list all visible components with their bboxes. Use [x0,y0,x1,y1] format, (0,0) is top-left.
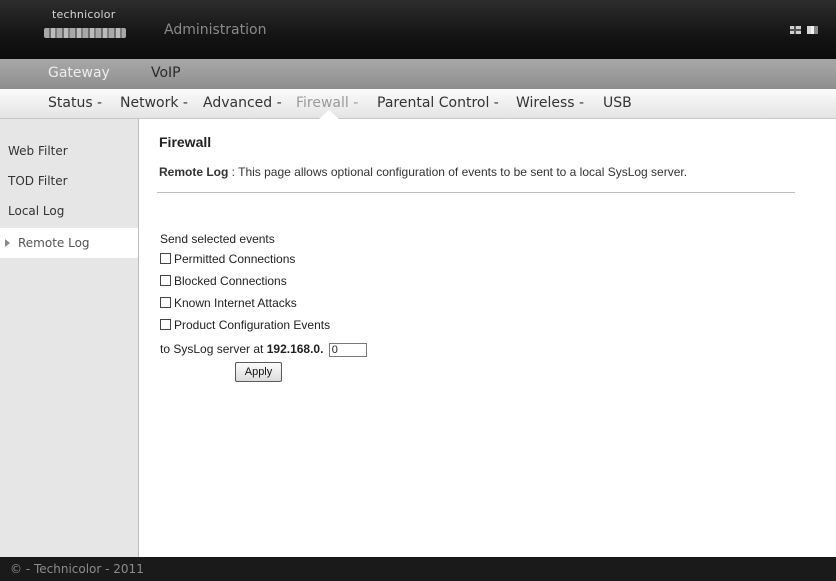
permitted-connections-label: Permitted Connections [174,252,296,266]
syslog-server-row: to SysLog server at 192.168.0. 0 [160,342,367,357]
tab-firewall[interactable]: Firewall - [296,95,358,111]
header-bar: technicolor Administration [0,0,836,59]
ip-prefix: 192.168.0. [266,342,324,356]
active-tab-pointer [319,110,339,119]
language-selector [790,26,824,36]
technicolor-logo[interactable]: technicolor [44,7,134,47]
page-description: Remote Log : This page allows optional c… [159,165,687,179]
sidebar-item-local-log[interactable]: Local Log [0,196,138,226]
event-row-permitted: Permitted Connections [160,252,295,266]
fr-flag-icon[interactable] [807,26,818,34]
sidebar-item-web-filter[interactable]: Web Filter [0,136,138,166]
tab-usb[interactable]: USB [603,95,632,111]
tab-wireless[interactable]: Wireless - [516,95,584,111]
known-internet-attacks-checkbox[interactable] [160,297,171,309]
logo-text: technicolor [52,8,116,21]
sidebar-item-remote-log[interactable]: Remote Log [0,228,138,258]
product-configuration-events-checkbox[interactable] [160,319,171,331]
uk-flag-icon[interactable] [790,26,801,34]
tab-status[interactable]: Status - [48,95,102,111]
nav-voip[interactable]: VoIP [151,65,181,81]
footer: © - Technicolor - 2011 [0,557,836,581]
tab-parental-control[interactable]: Parental Control - [377,95,499,111]
logo-bar-graphic [44,28,126,38]
primary-nav: Gateway VoIP [0,59,836,89]
event-row-blocked: Blocked Connections [160,274,287,288]
blocked-connections-label: Blocked Connections [174,274,287,288]
secondary-nav: Status - Network - Advanced - Firewall -… [0,89,836,119]
apply-button[interactable]: Apply [235,362,282,382]
divider [157,192,795,193]
main-content: Firewall Remote Log : This page allows o… [139,119,836,557]
syslog-server-label: to SysLog server at [160,342,267,356]
description-text: : This page allows optional configuratio… [228,165,688,179]
product-configuration-events-label: Product Configuration Events [174,318,331,332]
ip-last-octet-input[interactable]: 0 [328,342,367,357]
page-title: Firewall [159,134,212,150]
sidebar: Web Filter TOD Filter Local Log Remote L… [0,119,139,557]
known-internet-attacks-label: Known Internet Attacks [174,296,297,310]
sidebar-item-tod-filter[interactable]: TOD Filter [0,166,138,196]
event-row-attacks: Known Internet Attacks [160,296,297,310]
tab-advanced[interactable]: Advanced - [203,95,282,111]
admin-title: Administration [164,22,267,38]
active-item-arrow-icon [5,239,10,247]
footer-copyright: © - Technicolor - 2011 [10,562,144,576]
description-label: Remote Log [159,165,229,179]
permitted-connections-checkbox[interactable] [160,253,171,265]
event-row-config: Product Configuration Events [160,318,330,332]
send-events-label: Send selected events [160,232,275,246]
sidebar-item-label: Remote Log [18,236,90,250]
nav-gateway[interactable]: Gateway [48,65,110,81]
tab-network[interactable]: Network - [120,95,188,111]
blocked-connections-checkbox[interactable] [160,275,171,287]
